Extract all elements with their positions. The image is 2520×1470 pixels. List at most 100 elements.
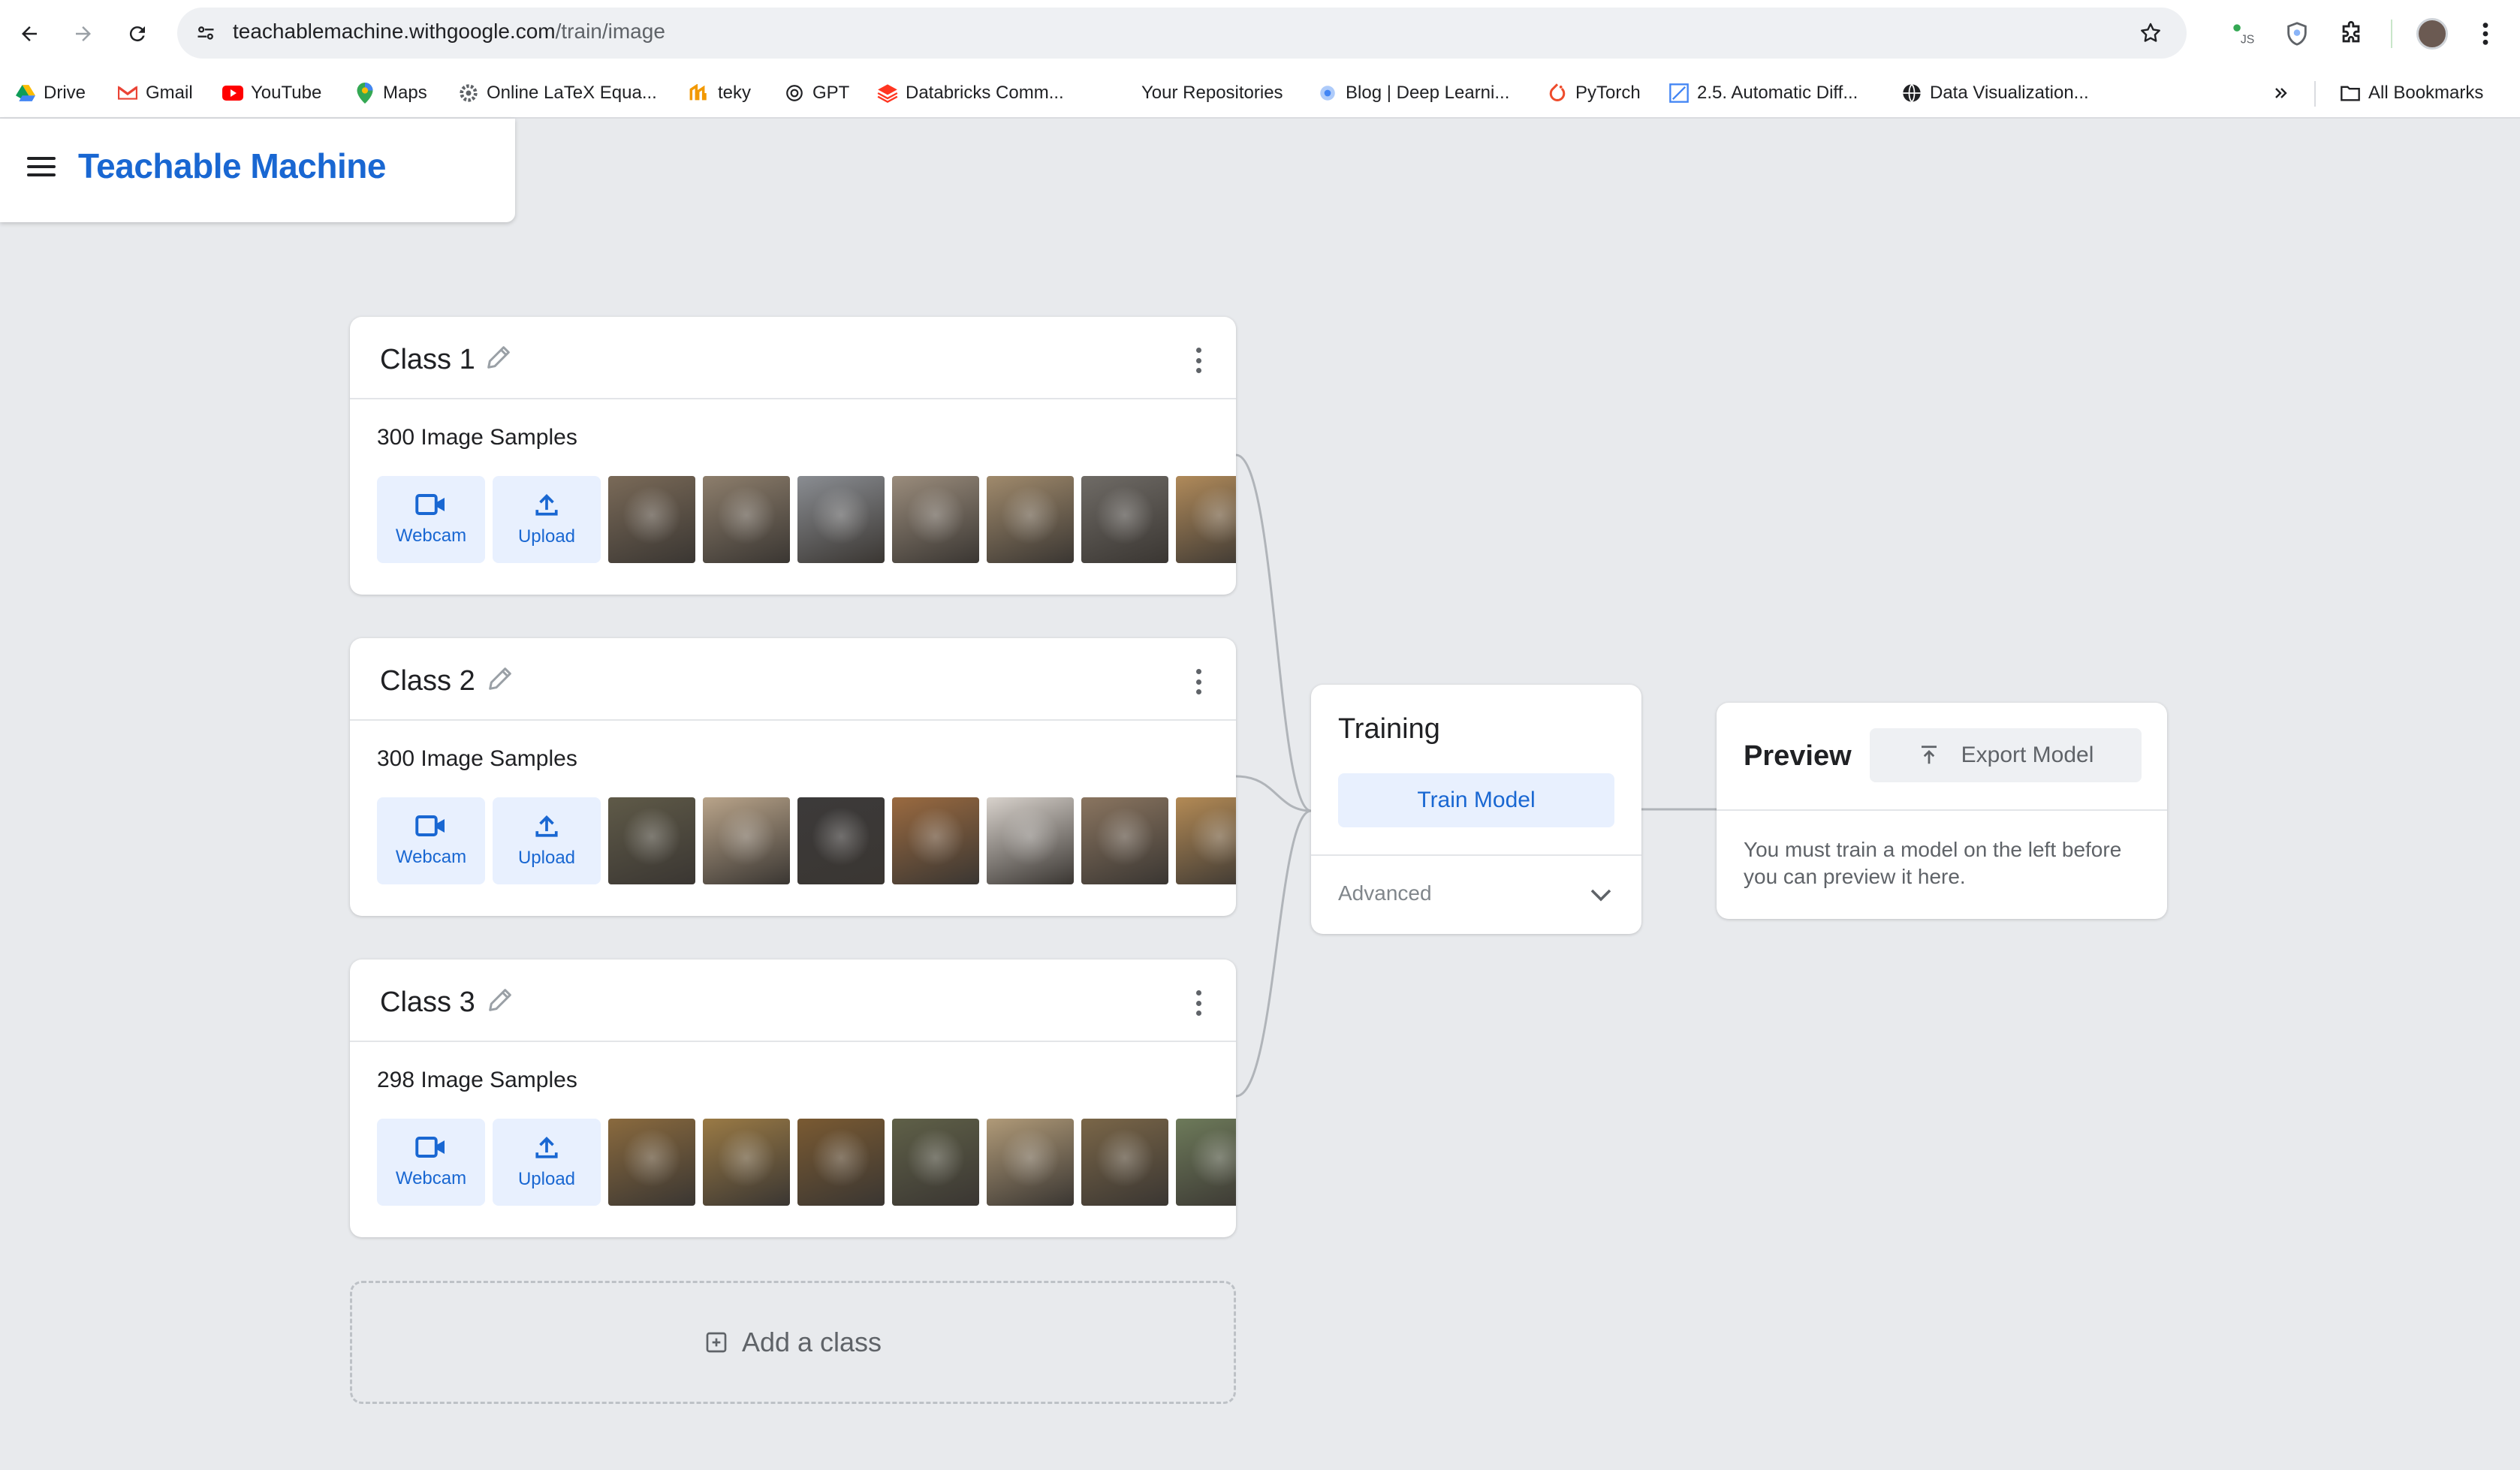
bookmarks-divider (2314, 81, 2316, 107)
class-name[interactable]: Class 2 (380, 665, 475, 697)
browser-menu-icon[interactable] (2470, 15, 2500, 53)
bookmark-label: Blog | Deep Learni... (1346, 83, 1510, 103)
folder-icon (2340, 83, 2361, 104)
hamburger-menu-icon[interactable] (27, 152, 59, 185)
app-header: Teachable Machine (0, 119, 515, 222)
shield-extension-icon[interactable] (2278, 15, 2316, 53)
pencil-icon[interactable] (485, 664, 515, 694)
site-info-icon[interactable] (191, 18, 221, 48)
export-icon (1921, 746, 1937, 764)
upload-button[interactable]: Upload (493, 1119, 601, 1206)
bookmark-drive[interactable]: Drive (15, 78, 86, 108)
bookmark-label: YouTube (251, 83, 322, 103)
bookmark-d2l[interactable]: 2.5. Automatic Diff... (1668, 78, 1858, 108)
databricks-icon (877, 83, 898, 104)
sample-thumbnail[interactable] (1176, 476, 1236, 563)
arrow-left-icon (22, 26, 37, 41)
bookmark-gmail[interactable]: Gmail (117, 78, 193, 108)
bookmark-label: Gmail (146, 83, 193, 103)
class-options-icon[interactable] (1191, 667, 1206, 697)
class-card-3: Class 3 298 Image Samples Webcam Upload (350, 959, 1236, 1237)
sample-thumbnail[interactable] (987, 476, 1074, 563)
chevron-down-icon[interactable] (1587, 881, 1614, 908)
export-model-button[interactable]: Export Model (1870, 728, 2142, 782)
bookmark-label: teky (718, 83, 752, 103)
add-class-button[interactable]: Add a class (350, 1281, 1236, 1404)
pencil-icon[interactable] (485, 985, 515, 1015)
all-bookmarks[interactable]: All Bookmarks (2340, 78, 2483, 108)
bookmarks-overflow-button[interactable] (2271, 78, 2292, 108)
bookmark-repositories[interactable]: Your Repositories (1141, 78, 1283, 108)
sample-thumbnail[interactable] (892, 797, 979, 884)
sample-thumbnail[interactable] (797, 1119, 885, 1206)
sample-thumbnail[interactable] (1081, 797, 1168, 884)
address-bar[interactable]: teachablemachine.withgoogle.com/train/im… (177, 8, 2187, 59)
browser-chrome: teachablemachine.withgoogle.com/train/im… (0, 0, 2520, 119)
upload-label: Upload (517, 848, 576, 868)
training-panel: Training Train Model Advanced (1311, 685, 1641, 934)
class-options-icon[interactable] (1191, 345, 1206, 375)
sample-thumbnail[interactable] (1176, 1119, 1236, 1206)
double-chevron-right-icon (2271, 83, 2292, 104)
video-camera-icon (415, 1137, 445, 1158)
sample-thumbnail[interactable] (608, 797, 695, 884)
sample-thumbnails (608, 476, 1236, 563)
upload-button[interactable]: Upload (493, 797, 601, 884)
train-model-button[interactable]: Train Model (1338, 773, 1614, 827)
sample-thumbnail[interactable] (1081, 476, 1168, 563)
reload-icon (129, 26, 145, 42)
preview-panel: Preview Export Model You must train a mo… (1717, 703, 2167, 919)
sample-thumbnail[interactable] (703, 476, 790, 563)
bookmark-maps[interactable]: Maps (354, 78, 427, 108)
sample-thumbnail[interactable] (892, 476, 979, 563)
bookmark-teky[interactable]: teky (689, 78, 751, 108)
webcam-button[interactable]: Webcam (377, 797, 485, 884)
bookmark-latex[interactable]: Online LaTeX Equa... (458, 78, 657, 108)
class-card-2: Class 2 300 Image Samples Webcam Upload (350, 638, 1236, 916)
openai-icon (784, 83, 805, 104)
app-title[interactable]: Teachable Machine (78, 146, 386, 186)
bookmark-label: Your Repositories (1141, 83, 1283, 103)
sample-thumbnail[interactable] (608, 476, 695, 563)
google-drive-icon (15, 83, 36, 104)
sample-thumbnail[interactable] (608, 1119, 695, 1206)
bookmark-star-icon[interactable] (2136, 18, 2166, 48)
bookmarks-bar: Drive Gmail YouTube Maps Online LaTeX Eq… (0, 72, 2520, 114)
class-card-header: Class 2 (350, 638, 1236, 721)
sample-thumbnail[interactable] (1176, 797, 1236, 884)
bookmark-label: Databricks Comm... (906, 83, 1064, 103)
upload-label: Upload (517, 526, 576, 547)
js-extension-icon[interactable]: JS (2224, 15, 2262, 53)
sample-thumbnail[interactable] (1081, 1119, 1168, 1206)
profile-avatar[interactable] (2416, 18, 2448, 50)
training-title: Training (1338, 713, 1440, 745)
webcam-button[interactable]: Webcam (377, 476, 485, 563)
bookmark-data-viz[interactable]: Data Visualization... (1901, 78, 2089, 108)
upload-button[interactable]: Upload (493, 476, 601, 563)
advanced-toggle[interactable]: Advanced (1338, 881, 1432, 905)
bookmark-gpt[interactable]: GPT (784, 78, 849, 108)
blog-icon (1317, 83, 1338, 104)
sample-thumbnail[interactable] (703, 797, 790, 884)
bookmark-youtube[interactable]: YouTube (222, 78, 321, 108)
reload-button[interactable] (119, 15, 156, 53)
pencil-icon[interactable] (484, 342, 514, 372)
class-name[interactable]: Class 1 (380, 344, 475, 376)
sample-thumbnail[interactable] (797, 797, 885, 884)
sample-thumbnail[interactable] (987, 797, 1074, 884)
sample-thumbnail[interactable] (797, 476, 885, 563)
class-options-icon[interactable] (1191, 988, 1206, 1018)
class-card-header: Class 1 (350, 317, 1236, 399)
forward-button[interactable] (65, 15, 102, 53)
back-button[interactable] (11, 15, 48, 53)
class-name[interactable]: Class 3 (380, 987, 475, 1019)
upload-icon (535, 815, 558, 837)
extensions-puzzle-icon[interactable] (2332, 15, 2370, 53)
bookmark-databricks[interactable]: Databricks Comm... (877, 78, 1064, 108)
bookmark-blog[interactable]: Blog | Deep Learni... (1317, 78, 1509, 108)
bookmark-pytorch[interactable]: PyTorch (1547, 78, 1641, 108)
sample-thumbnail[interactable] (987, 1119, 1074, 1206)
sample-thumbnail[interactable] (892, 1119, 979, 1206)
webcam-button[interactable]: Webcam (377, 1119, 485, 1206)
sample-thumbnail[interactable] (703, 1119, 790, 1206)
